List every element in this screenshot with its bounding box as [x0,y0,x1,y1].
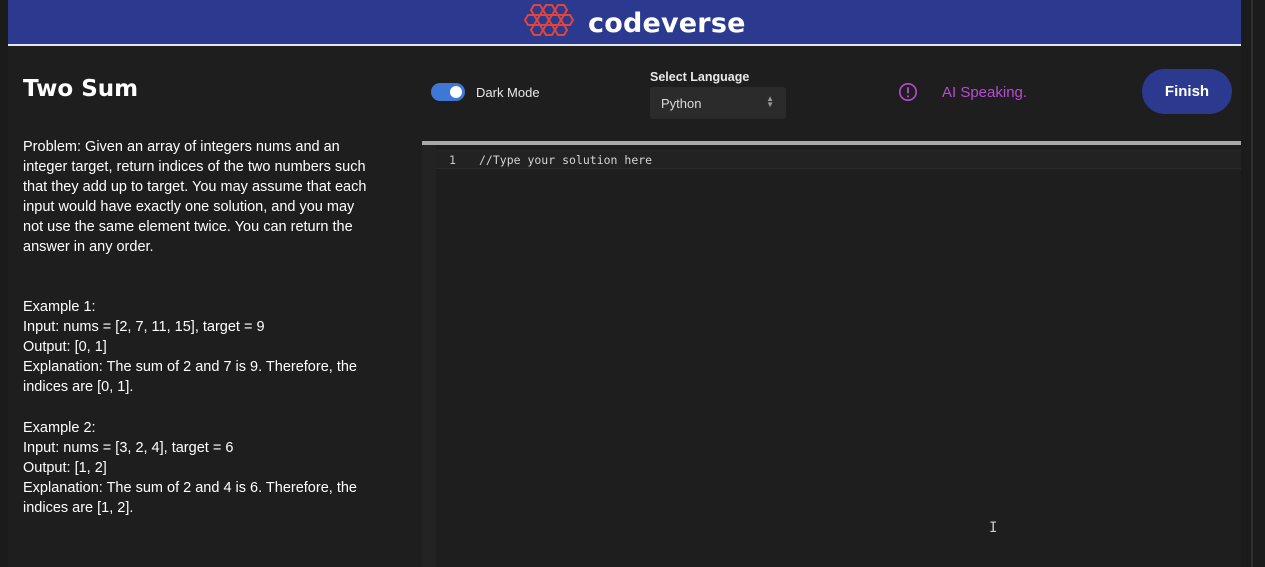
toggle-switch[interactable] [431,83,465,101]
brand[interactable]: codeverse [518,0,746,46]
ai-status-text: AI Speaking. [942,84,1028,101]
example-1: Example 1: Input: nums = [2, 7, 11, 15],… [23,297,403,397]
editor-gutter-edge [422,145,436,567]
toggle-knob [450,86,462,98]
top-header: codeverse [8,0,1241,46]
problem-title: Two Sum [23,76,139,102]
example-explanation: Explanation: The sum of 2 and 7 is 9. Th… [23,359,357,376]
example-input: Input: nums = [3, 2, 4], target = 6 [23,440,234,457]
example-2: Example 2: Input: nums = [3, 2, 4], targ… [23,418,403,518]
problem-description: Problem: Given an array of integers nums… [23,139,367,256]
dark-mode-toggle[interactable]: Dark Mode [431,82,540,102]
finish-button[interactable]: Finish [1142,69,1232,114]
example-heading: Example 2: [23,420,96,436]
example-heading: Example 1: [23,299,96,315]
scrollbar-track[interactable] [1251,0,1253,567]
code-editor[interactable]: 1 //Type your solution here I [422,141,1241,567]
editor-line[interactable]: 1 //Type your solution here [436,150,1241,169]
language-select[interactable]: Python ▲ ▼ [650,87,786,119]
alert-circle-icon [899,83,917,101]
brand-name: codeverse [588,7,746,39]
line-number: 1 [449,153,456,167]
example-explanation-cont: indices are [0, 1]. [23,379,134,396]
example-explanation-cont: indices are [1, 2]. [23,500,134,517]
window-edge-left [0,0,8,567]
example-output: Output: [0, 1] [23,339,107,356]
code-text[interactable]: //Type your solution here [479,153,652,167]
main-panel: Two Sum Problem: Given an array of integ… [8,48,1241,567]
example-output: Output: [1, 2] [23,460,107,477]
honeycomb-logo-icon [523,4,575,36]
dark-mode-label: Dark Mode [476,84,540,100]
example-input: Input: nums = [2, 7, 11, 15], target = 9 [23,319,265,336]
chevron-updown-icon: ▲ ▼ [766,94,774,109]
window-edge-right [1241,0,1265,567]
language-value: Python [661,95,702,111]
text-cursor-icon: I [989,520,998,536]
language-label: Select Language [650,70,750,84]
example-explanation: Explanation: The sum of 2 and 4 is 6. Th… [23,480,357,497]
